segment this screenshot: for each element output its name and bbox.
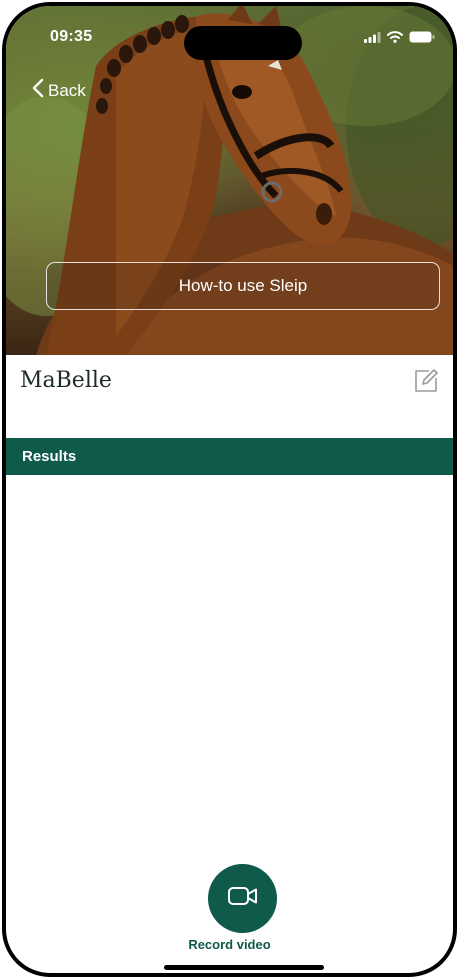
how-to-button[interactable]: How-to use Sleip <box>46 262 440 310</box>
battery-icon <box>409 30 435 48</box>
how-to-label: How-to use Sleip <box>178 276 308 295</box>
results-section-header: Results <box>6 438 453 475</box>
video-camera-icon <box>227 885 259 912</box>
wifi-icon <box>387 30 403 48</box>
cellular-signal-icon <box>364 30 381 48</box>
edit-button[interactable] <box>413 368 439 394</box>
dynamic-island <box>184 26 302 60</box>
record-video-button[interactable] <box>208 864 277 933</box>
horse-name: MaBelle <box>20 368 112 393</box>
chevron-left-icon <box>32 78 44 103</box>
status-icons <box>364 30 435 48</box>
back-label: Back <box>48 80 86 100</box>
results-title: Results <box>22 448 77 465</box>
status-time: 09:35 <box>50 28 93 45</box>
home-indicator <box>164 965 324 970</box>
phone-frame: 09:35 Back How-to use Sleip MaBelle Resu… <box>2 2 457 977</box>
edit-icon <box>413 369 439 398</box>
app-screen: 09:35 Back How-to use Sleip MaBelle Resu… <box>6 6 453 973</box>
record-video-label: Record video <box>188 937 271 952</box>
back-button[interactable]: Back <box>32 78 86 103</box>
status-bar: 09:35 <box>6 6 453 60</box>
